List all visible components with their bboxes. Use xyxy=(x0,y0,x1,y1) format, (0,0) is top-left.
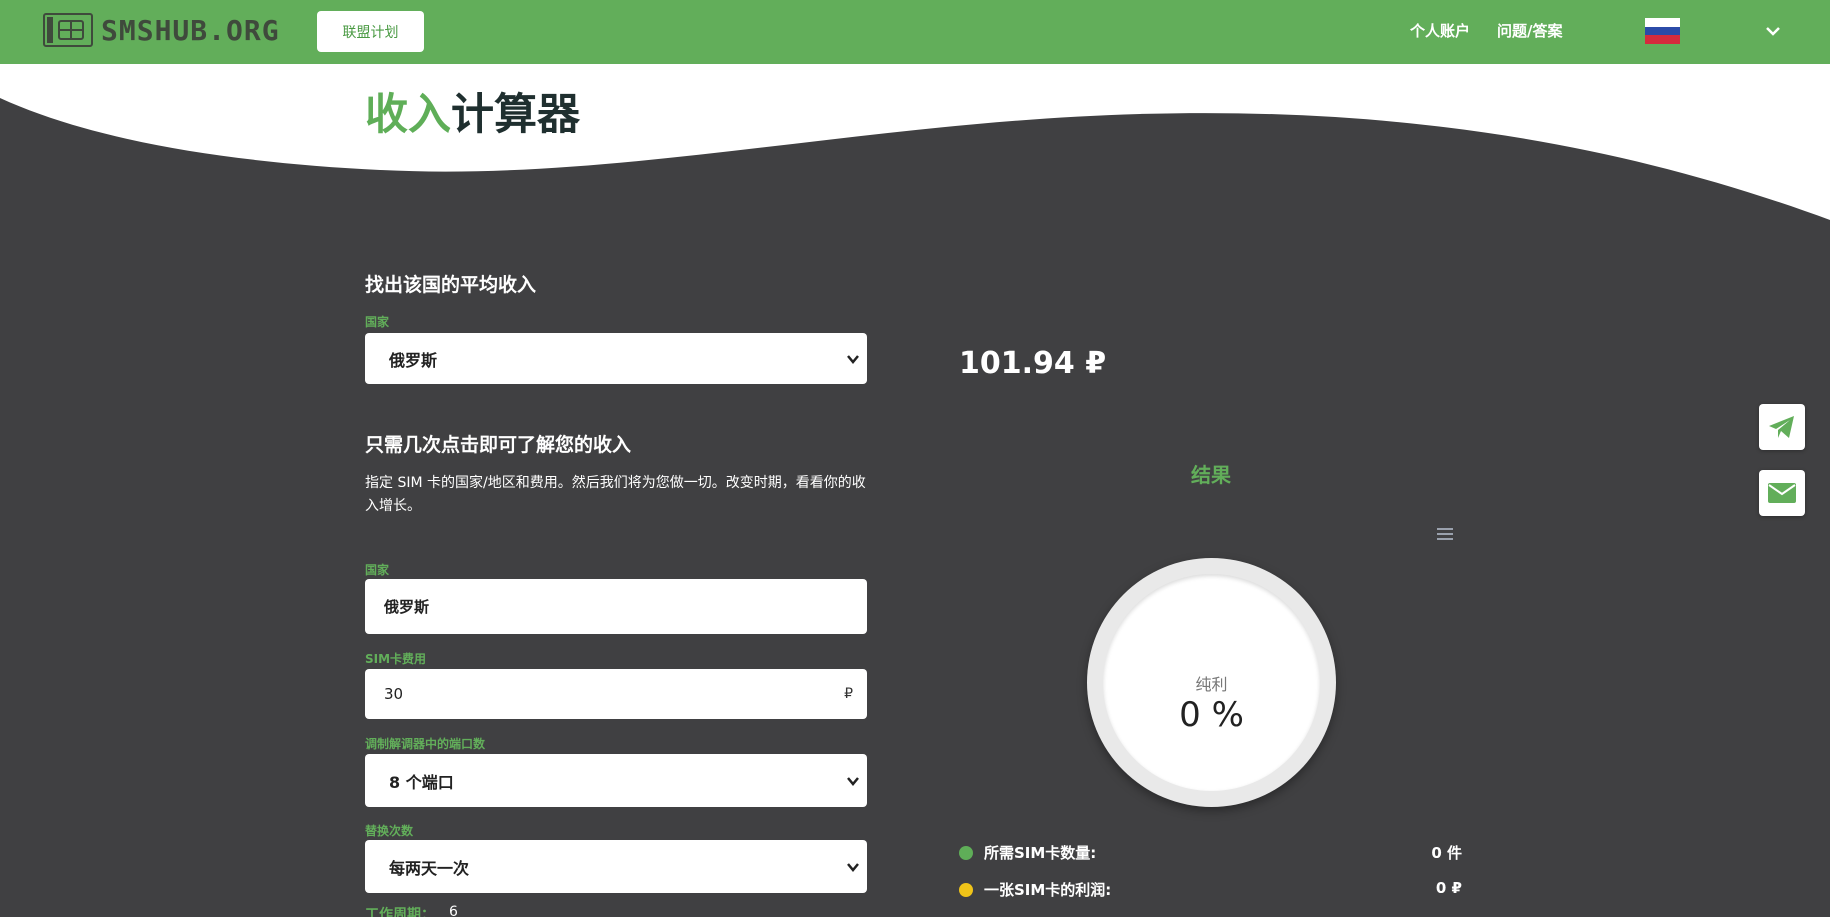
stat-value: 0 ₽ xyxy=(1435,879,1462,897)
sim-cost-input[interactable]: 30 ₽ xyxy=(365,669,867,719)
calc-country-field[interactable]: 俄罗斯 xyxy=(365,579,867,634)
replace-select[interactable]: 每两天一次 xyxy=(365,840,867,893)
calc-section-title: 只需几次点击即可了解您的收入 xyxy=(365,434,632,456)
sim-cost-value: 30 xyxy=(384,685,404,703)
gauge-label: 纯利 xyxy=(1195,675,1228,694)
stat-label: 一张SIM卡的利润: xyxy=(984,881,1112,899)
telegram-icon xyxy=(1769,416,1794,438)
chevron-down-icon xyxy=(847,862,859,872)
profit-gauge: 纯利 0 % xyxy=(1087,558,1336,807)
chevron-down-icon xyxy=(847,354,859,364)
work-period-label: 工作周期： xyxy=(365,907,435,917)
ports-value: 8 个端口 xyxy=(389,772,454,792)
stat-label: 所需SIM卡数量: xyxy=(984,844,1097,862)
chevron-down-icon[interactable] xyxy=(1762,20,1784,42)
avg-country-label: 国家 xyxy=(365,315,390,329)
ports-select[interactable]: 8 个端口 xyxy=(365,754,867,807)
sim-card-icon xyxy=(43,13,93,47)
calc-description: 指定 SIM 卡的国家/地区和费用。然后我们将为您做一切。改变时期，看看你的收入… xyxy=(365,475,866,514)
calc-country-value: 俄罗斯 xyxy=(384,598,430,616)
ports-label: 调制解调器中的端口数 xyxy=(365,737,486,751)
logo[interactable]: SMSHUB.ORG xyxy=(43,13,280,47)
envelope-icon xyxy=(1768,483,1796,503)
header-wave xyxy=(0,64,1830,220)
legend-dot xyxy=(959,883,973,897)
avg-country-value: 俄罗斯 xyxy=(389,350,438,370)
legend-dot xyxy=(959,846,973,860)
nav-personal-account[interactable]: 个人账户 xyxy=(1410,20,1470,41)
affiliate-program-button[interactable]: 联盟计划 xyxy=(317,11,424,52)
replace-value: 每两天一次 xyxy=(389,858,470,878)
sim-cost-label: SIM卡费用 xyxy=(365,652,427,666)
chevron-down-icon xyxy=(847,776,859,786)
calc-country-label: 国家 xyxy=(365,563,390,577)
avg-section-title: 找出该国的平均收入 xyxy=(365,274,537,296)
avg-country-select[interactable]: 俄罗斯 xyxy=(365,333,867,384)
logo-text: SMSHUB.ORG xyxy=(101,13,280,47)
page-title: 收入计算器 xyxy=(365,90,580,140)
average-income-value: 101.94 ₽ xyxy=(959,346,1107,381)
email-button[interactable] xyxy=(1759,470,1805,516)
stat-value: 0 件 xyxy=(1431,844,1462,862)
currency-symbol: ₽ xyxy=(844,686,853,702)
replace-label: 替换次数 xyxy=(365,824,414,838)
work-period-value: 6 xyxy=(449,904,458,917)
gauge-value: 0 % xyxy=(1179,695,1244,735)
telegram-button[interactable] xyxy=(1759,404,1805,450)
nav-faq[interactable]: 问题/答案 xyxy=(1497,20,1562,41)
profit-gauge-inner: 纯利 0 % xyxy=(1103,574,1320,791)
stat-row-profit-per-sim: 一张SIM卡的利润: 0 ₽ xyxy=(959,879,1462,899)
header: SMSHUB.ORG 联盟计划 个人账户 问题/答案 xyxy=(0,0,1830,64)
menu-icon[interactable] xyxy=(1437,528,1453,542)
stat-row-sim-count: 所需SIM卡数量: 0 件 xyxy=(959,842,1462,862)
russia-flag-icon[interactable] xyxy=(1645,18,1680,44)
result-title: 结果 xyxy=(1191,463,1231,487)
